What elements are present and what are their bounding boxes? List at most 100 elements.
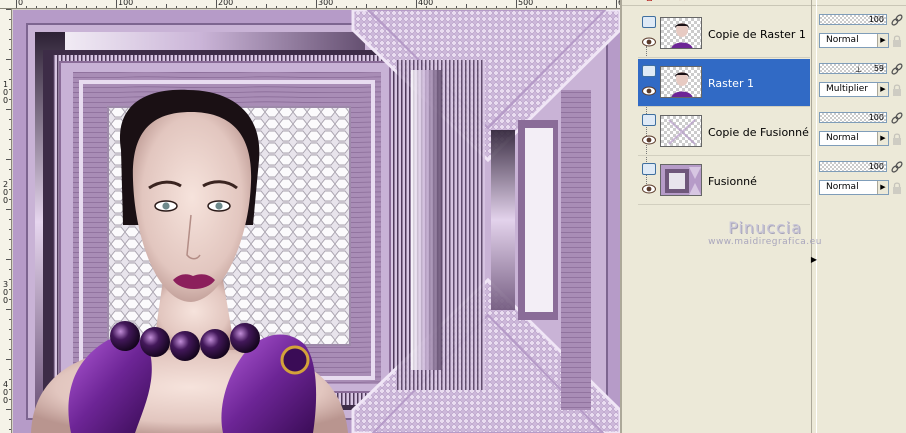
ruler-tick (506, 6, 507, 8)
ruler-tick (546, 6, 547, 8)
opacity-slider[interactable]: 100 (819, 14, 887, 25)
link-chain-icon[interactable] (889, 61, 905, 77)
dropdown-arrow-icon[interactable]: ▶ (877, 181, 888, 194)
ruler-tick (9, 369, 11, 370)
ruler-tick (9, 379, 11, 380)
ruler-tick (416, 0, 417, 8)
ruler-tick (9, 179, 11, 180)
layer-icon[interactable] (642, 65, 656, 77)
dropdown-arrow-icon[interactable]: ▶ (877, 34, 888, 47)
ruler-tick (306, 6, 307, 8)
layer-name[interactable]: Raster 1 (708, 77, 754, 90)
ruler-tick (116, 0, 117, 8)
ruler-tick (516, 0, 517, 8)
image-canvas-area[interactable]: 0100200300400500600 1 0 0 2 0 0 3 0 0 4 0 0 (0, 0, 620, 433)
artwork-canvas[interactable] (13, 10, 620, 433)
ruler-tick (586, 6, 587, 8)
ruler-tick (156, 6, 157, 8)
layer-icon[interactable] (642, 16, 656, 28)
ruler-tick (206, 6, 207, 8)
ruler-left-label: 4 0 0 (2, 380, 9, 405)
ruler-tick (9, 289, 11, 290)
link-chain-icon[interactable] (889, 110, 905, 126)
ruler-tick (176, 6, 177, 8)
ruler-tick (296, 6, 297, 8)
ruler-tick (556, 6, 557, 8)
ruler-top-label: 0 (18, 0, 24, 7)
woman-thumbnail-icon[interactable] (660, 66, 702, 98)
blend-mode-value: Normal (826, 133, 859, 143)
ruler-tick (536, 6, 537, 8)
opacity-slider[interactable]: 100 (819, 112, 887, 123)
ruler-tick (486, 6, 487, 8)
ruler-tick (6, 359, 11, 360)
layer-icon[interactable] (642, 114, 656, 126)
lock-icon[interactable] (890, 83, 904, 97)
ruler-tick (9, 249, 11, 250)
ruler-tick (316, 0, 317, 8)
link-chain-icon[interactable] (889, 12, 905, 28)
blend-mode-select[interactable]: Normal ▶ (819, 33, 889, 48)
layer-name[interactable]: Copie de Raster 1 (708, 28, 806, 41)
blend-mode-select[interactable]: Normal ▶ (819, 180, 889, 195)
ruler-tick (9, 429, 11, 430)
opacity-value: 100 (868, 162, 884, 171)
blend-mode-select[interactable]: Normal ▶ (819, 131, 889, 146)
ruler-tick (376, 6, 377, 8)
frame-thumbnail-icon[interactable] (660, 164, 702, 196)
ruler-tick (6, 209, 11, 210)
ruler-tick (9, 99, 11, 100)
delete-layer-icon[interactable]: ✕ (678, 0, 686, 4)
woman-thumbnail-icon[interactable] (660, 17, 702, 49)
ruler-tick (9, 419, 11, 420)
ruler-tick (426, 6, 427, 8)
lock-icon[interactable] (890, 132, 904, 146)
ruler-tick (446, 6, 447, 8)
opacity-slider[interactable]: 100 (819, 161, 887, 172)
layer-row[interactable]: Copie de Raster 1 (638, 10, 810, 58)
ruler-tick (216, 0, 217, 8)
dropdown-arrow-icon[interactable]: ▶ (877, 83, 888, 96)
blend-mode-value: Multiplier (826, 84, 868, 94)
layer-list: Copie de Raster 1 Raster 1 Copie de Fusion… (638, 10, 812, 210)
lock-icon[interactable] (890, 34, 904, 48)
eye-icon[interactable] (642, 32, 656, 47)
ruler-tick (9, 19, 11, 20)
opacity-slider-thumb[interactable]: ⊥ (855, 66, 862, 74)
link-chain-icon[interactable] (889, 159, 905, 175)
lock-icon[interactable] (890, 181, 904, 195)
ruler-tick (9, 79, 11, 80)
ruler-tick (166, 4, 167, 8)
watermark-url: www.maidiregrafica.eu (708, 237, 822, 247)
ruler-tick (596, 6, 597, 8)
ruler-tick (266, 4, 267, 8)
ruler-tick (386, 6, 387, 8)
ruler-tick (16, 0, 17, 8)
ruler-tick (236, 6, 237, 8)
layer-row[interactable]: Raster 1 (638, 59, 810, 107)
ruler-tick (96, 6, 97, 8)
ruler-tick (366, 4, 367, 8)
eye-icon[interactable] (642, 130, 656, 145)
blend-mode-select[interactable]: Multiplier ▶ (819, 82, 889, 97)
ruler-tick (9, 89, 11, 90)
layer-row[interactable]: Copie de Fusionné (638, 108, 810, 156)
layer-row[interactable]: Fusionné (638, 157, 810, 205)
new-layer-icon[interactable]: ▫ (646, 0, 653, 4)
ruler-tick (346, 6, 347, 8)
dropdown-arrow-icon[interactable]: ▶ (877, 132, 888, 145)
layer-name[interactable]: Fusionné (708, 175, 757, 188)
ruler-tick (9, 389, 11, 390)
transparent-thumbnail-icon[interactable] (660, 115, 702, 147)
layer-name[interactable]: Copie de Fusionné (708, 126, 809, 139)
ruler-tick (466, 4, 467, 8)
opacity-slider[interactable]: ⊥ 59 (819, 63, 887, 74)
ruler-tick (9, 169, 11, 170)
watermark-title: Pinuccia (728, 218, 802, 237)
eye-icon[interactable] (642, 179, 656, 194)
ruler-tick (26, 6, 27, 8)
layer-icon[interactable] (642, 163, 656, 175)
ruler-tick (9, 349, 11, 350)
ruler-tick (6, 109, 11, 110)
eye-icon[interactable] (642, 81, 656, 96)
